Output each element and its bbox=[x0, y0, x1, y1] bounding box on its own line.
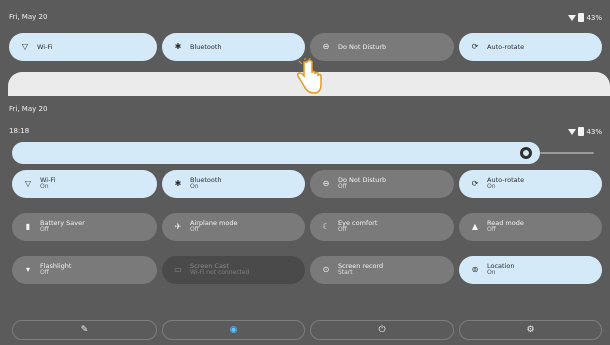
edit-icon: ✎ bbox=[80, 325, 89, 335]
bluetooth-icon: ✱ bbox=[174, 42, 182, 51]
tile-screen-cast[interactable]: ▭ Screen Cast Wi-Fi not connected bbox=[162, 256, 305, 284]
tile-location[interactable]: ⊚ Location On bbox=[459, 256, 602, 284]
wifi-status-icon bbox=[568, 14, 577, 21]
status-indicators: 43% bbox=[568, 13, 602, 22]
do-not-disturb-icon: ⊖ bbox=[322, 42, 330, 51]
tile-label: Auto-rotate bbox=[487, 43, 525, 51]
tile-auto-rotate[interactable]: ⟳ Auto-rotate On bbox=[459, 170, 602, 198]
tile-do-not-disturb[interactable]: ⊖ Do Not Disturb Off bbox=[310, 170, 454, 198]
settings-icon: ⚙ bbox=[526, 325, 535, 335]
tile-do-not-disturb[interactable]: ⊖ Do Not Disturb bbox=[310, 33, 454, 61]
wifi-status-icon bbox=[568, 128, 577, 135]
tile-status: Off bbox=[40, 226, 49, 234]
tile-battery-saver[interactable]: ▮ Battery Saver Off bbox=[12, 213, 157, 241]
power-button[interactable]: ⏻ bbox=[310, 320, 454, 340]
tile-wifi[interactable]: ▽ Wi-Fi bbox=[9, 33, 157, 61]
battery-percent: 43% bbox=[586, 127, 602, 136]
tile-status: Off bbox=[40, 269, 49, 277]
settings-button[interactable]: ⚙ bbox=[459, 320, 602, 340]
screen-cast-icon: ▭ bbox=[174, 265, 182, 274]
airplane-icon: ✈ bbox=[174, 222, 182, 231]
auto-rotate-icon: ⟳ bbox=[471, 42, 479, 51]
quick-settings-collapsed: Fri, May 20 43% ▽ Wi-Fi ✱ Bluetooth ⊖ Do… bbox=[0, 0, 610, 96]
power-icon: ⏻ bbox=[378, 325, 386, 335]
tile-eye-comfort[interactable]: ☾ Eye comfort Off bbox=[310, 213, 454, 241]
tile-status: On bbox=[190, 183, 199, 191]
tile-wifi[interactable]: ▽ Wi-Fi On bbox=[12, 170, 157, 198]
tile-label: Bluetooth bbox=[190, 43, 222, 51]
status-time: 18:18 bbox=[9, 127, 30, 135]
tile-status: Off bbox=[190, 226, 199, 234]
brightness-icon bbox=[520, 147, 532, 159]
battery-saver-icon: ▮ bbox=[25, 222, 31, 231]
bluetooth-icon: ✱ bbox=[174, 179, 182, 188]
tile-status: Start bbox=[338, 269, 353, 277]
eye-comfort-icon: ☾ bbox=[322, 222, 330, 231]
do-not-disturb-icon: ⊖ bbox=[322, 179, 330, 188]
brightness-track[interactable] bbox=[540, 152, 594, 154]
tile-status: On bbox=[487, 183, 496, 191]
edit-button[interactable]: ✎ bbox=[12, 320, 157, 340]
brightness-slider[interactable] bbox=[12, 142, 540, 164]
wifi-icon: ▽ bbox=[24, 179, 32, 188]
tile-screen-record[interactable]: ⊙ Screen record Start bbox=[310, 256, 454, 284]
battery-icon bbox=[578, 127, 585, 136]
battery-icon bbox=[578, 13, 585, 22]
battery-percent: 43% bbox=[586, 13, 602, 22]
user-button[interactable]: ◉ bbox=[162, 320, 305, 340]
tile-status: On bbox=[40, 183, 49, 191]
tile-flashlight[interactable]: ▾ Flashlight Off bbox=[12, 256, 157, 284]
status-date: Fri, May 20 bbox=[9, 105, 48, 113]
tile-read-mode[interactable]: ▲ Read mode Off bbox=[459, 213, 602, 241]
hand-pointer-icon bbox=[297, 58, 322, 94]
screen-record-icon: ⊙ bbox=[322, 265, 330, 274]
tile-bluetooth[interactable]: ✱ Bluetooth On bbox=[162, 170, 305, 198]
tile-status: Wi-Fi not connected bbox=[190, 269, 250, 277]
flashlight-icon: ▾ bbox=[25, 265, 30, 274]
read-mode-icon: ▲ bbox=[471, 222, 479, 231]
tile-label: Wi-Fi bbox=[37, 43, 53, 51]
status-indicators: 43% bbox=[568, 127, 602, 136]
user-icon: ◉ bbox=[229, 325, 238, 335]
location-icon: ⊚ bbox=[471, 265, 479, 274]
tile-label: Do Not Disturb bbox=[338, 43, 387, 51]
tile-auto-rotate[interactable]: ⟳ Auto-rotate bbox=[459, 33, 602, 61]
tile-status: On bbox=[487, 269, 496, 277]
tile-airplane-mode[interactable]: ✈ Airplane mode Off bbox=[162, 213, 305, 241]
tile-status: Off bbox=[338, 183, 347, 191]
tile-bluetooth[interactable]: ✱ Bluetooth bbox=[162, 33, 305, 61]
tile-status: Off bbox=[338, 226, 347, 234]
auto-rotate-icon: ⟳ bbox=[471, 179, 479, 188]
wifi-icon: ▽ bbox=[21, 42, 29, 51]
status-date: Fri, May 20 bbox=[9, 13, 48, 21]
tile-status: Off bbox=[487, 226, 496, 234]
